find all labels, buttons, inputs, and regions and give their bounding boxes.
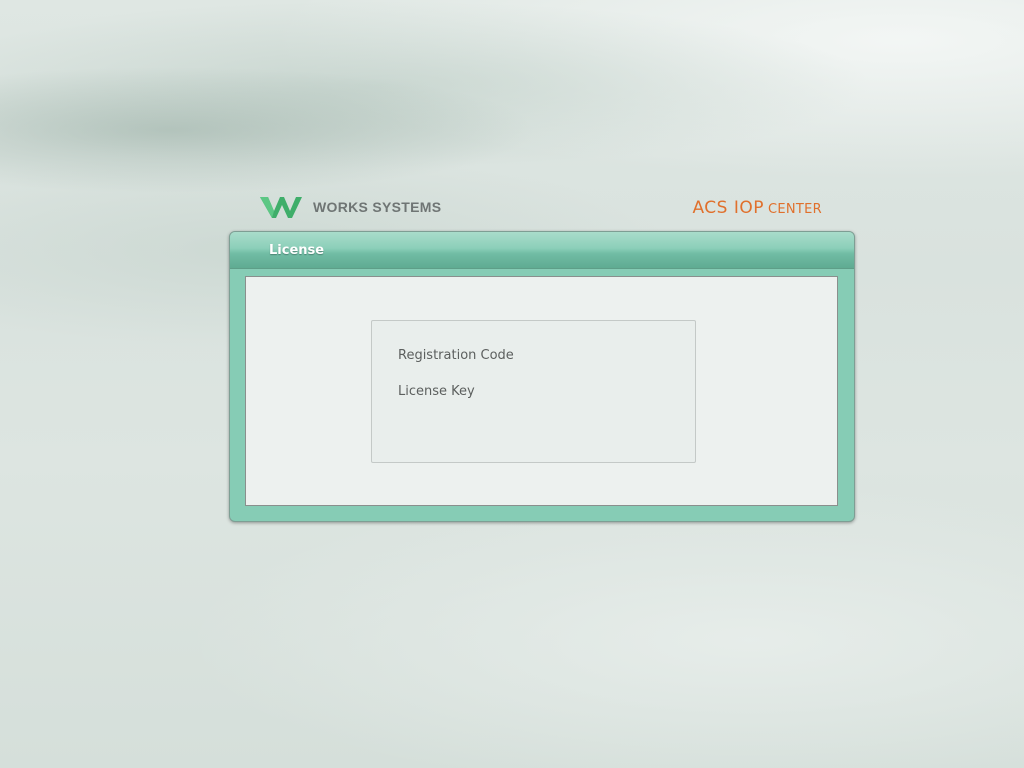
works-systems-logo: WORKS SYSTEMS xyxy=(259,193,441,221)
license-panel-header: License xyxy=(230,232,854,269)
acs-iop-center-logo: ACS IOP CENTER xyxy=(692,198,822,218)
acs-iop-logo-text: ACS IOP xyxy=(692,198,764,218)
license-panel: License Registration Code License Key xyxy=(229,231,855,522)
works-systems-logo-text: WORKS SYSTEMS xyxy=(313,199,442,215)
license-key-label: License Key xyxy=(398,384,475,399)
license-panel-body: Registration Code License Key xyxy=(245,276,838,506)
center-logo-text: CENTER xyxy=(767,202,822,217)
registration-code-label: Registration Code xyxy=(398,348,514,363)
panel-title: License xyxy=(269,243,325,258)
license-form-box: Registration Code License Key xyxy=(371,320,696,463)
works-systems-w-logo-icon xyxy=(260,197,302,218)
